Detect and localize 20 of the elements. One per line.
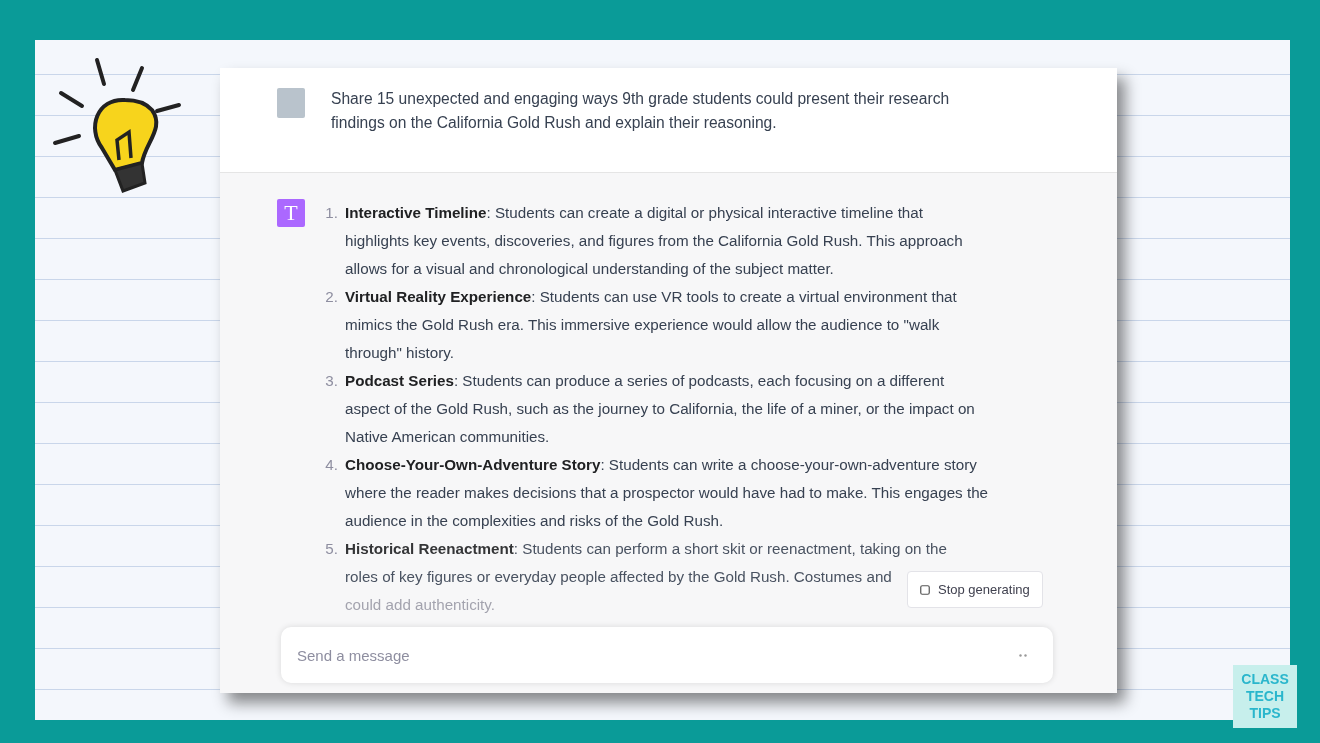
message-input[interactable]: Send a message (281, 627, 1053, 683)
list-item-text: Virtual Reality Experience: Students can use VR tools to create a virtual environment that mimics the Gold Rush era. This immersive experience would allow the audience to "walk through" history. (345, 287, 958, 363)
list-item-text: Interactive Timeline: Students can create a digital or physical interactive timeline that highlights key events, discoveries, and figures from the California Gold Rush. This approach allows for a visual and chronological understanding of the subject matter. (345, 203, 964, 279)
list-item-text: could add authenticity. (345, 595, 495, 615)
user-avatar (277, 88, 305, 118)
list-item-text: Podcast Series: Students can produce a series of podcasts, each focusing on a different aspect of the Gold Rush, such as the journey to California, the life of a miner, or the impact on Native American communities. (345, 371, 976, 447)
list-number: 2. (324, 287, 338, 307)
list-item-text: roles of key figures or everyday people affected by the Gold Rush. Costumes and (345, 567, 892, 587)
assistant-avatar: T (277, 199, 305, 227)
brand-logo: CLASS TECH TIPS (1233, 665, 1297, 728)
list-number: 5. (324, 539, 338, 559)
list-item-text: Historical Reenactment: Students can perform a short skit or reenactment, taking on the (345, 539, 947, 559)
stop-icon (920, 584, 930, 595)
list-number: 1. (324, 203, 338, 223)
stop-generating-button[interactable]: Stop generating (907, 571, 1043, 608)
list-number: 3. (324, 371, 338, 391)
dots-icon (1019, 654, 1027, 657)
list-number: 4. (324, 455, 338, 475)
prompt-text: Share 15 unexpected and engaging ways 9th grade students could present their research findings on the California Gold Rush and explain their reasoning. (331, 89, 951, 133)
list-item-text: Choose-Your-Own-Adventure Story: Students can write a choose-your-own-adventure story where the reader makes decisions that a prospector would have had to make. This engages the audience in the complexities and risks of the Gold Rush. (345, 455, 990, 531)
